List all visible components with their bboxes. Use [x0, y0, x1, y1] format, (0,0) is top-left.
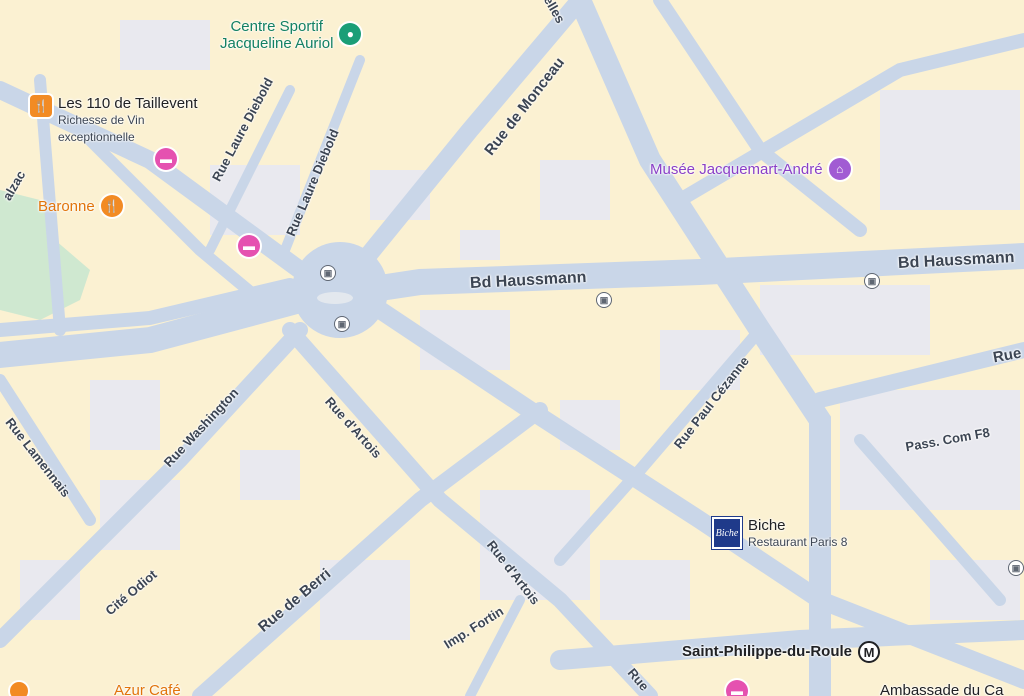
- bus-stop-icon[interactable]: ▣: [334, 316, 350, 332]
- poi-title: Saint-Philippe-du-Roule: [682, 643, 852, 660]
- poi-musee-jacquemart-andre[interactable]: Musée Jacquemart-André ⌂: [650, 158, 851, 180]
- bus-stop-icon[interactable]: ▣: [596, 292, 612, 308]
- hotel-icon[interactable]: ▬: [726, 680, 748, 696]
- poi-subtitle: exceptionnelle: [58, 130, 135, 144]
- poi-title: Azur Café: [114, 682, 181, 696]
- poi-ambassade[interactable]: Ambassade du Ca: [880, 682, 1003, 696]
- poi-biche[interactable]: Biche Biche Restaurant Paris 8: [711, 516, 848, 551]
- restaurant-logo-icon: Biche: [711, 516, 743, 550]
- metro-icon: M: [858, 641, 880, 663]
- poi-les-110-de-taillevent[interactable]: 🍴 Les 110 de Taillevent Richesse de Vin …: [30, 95, 198, 146]
- poi-subtitle: Restaurant Paris 8: [748, 535, 848, 549]
- restaurant-icon: 🍴: [30, 95, 52, 117]
- poi-title: Baronne: [38, 198, 95, 215]
- poi-saint-philippe-du-roule[interactable]: Saint-Philippe-du-Roule M: [682, 641, 880, 663]
- poi-title: Ambassade du Ca: [880, 682, 1004, 696]
- sports-pin-icon: ●: [339, 23, 362, 45]
- restaurant-icon: 🍴: [100, 195, 123, 217]
- museum-icon: ⌂: [828, 158, 851, 180]
- bus-stop-icon[interactable]: ▣: [320, 265, 336, 281]
- poi-subtitle: Richesse de Vin: [58, 113, 145, 127]
- poi-baronne[interactable]: Baronne 🍴: [38, 195, 123, 217]
- poi-title: Musée Jacquemart-André: [650, 161, 823, 178]
- hotel-icon[interactable]: ▬: [238, 235, 260, 257]
- poi-centre-sportif-label: Centre Sportif Jacqueline Auriol: [220, 18, 334, 52]
- poi-title: Les 110 de Taillevent: [58, 95, 198, 112]
- poi-centre-sportif[interactable]: Centre Sportif Jacqueline Auriol ●: [220, 18, 362, 52]
- map-canvas[interactable]: Rue de Monceau Rue Laure Diebold Rue Lau…: [0, 0, 1024, 696]
- bus-stop-icon[interactable]: ▣: [1008, 560, 1024, 576]
- restaurant-icon: [10, 682, 28, 696]
- poi-title: Biche: [748, 517, 786, 534]
- poi-azur-cafe[interactable]: Azur Café: [10, 682, 181, 696]
- hotel-icon[interactable]: ▬: [155, 148, 177, 170]
- bus-stop-icon[interactable]: ▣: [864, 273, 880, 289]
